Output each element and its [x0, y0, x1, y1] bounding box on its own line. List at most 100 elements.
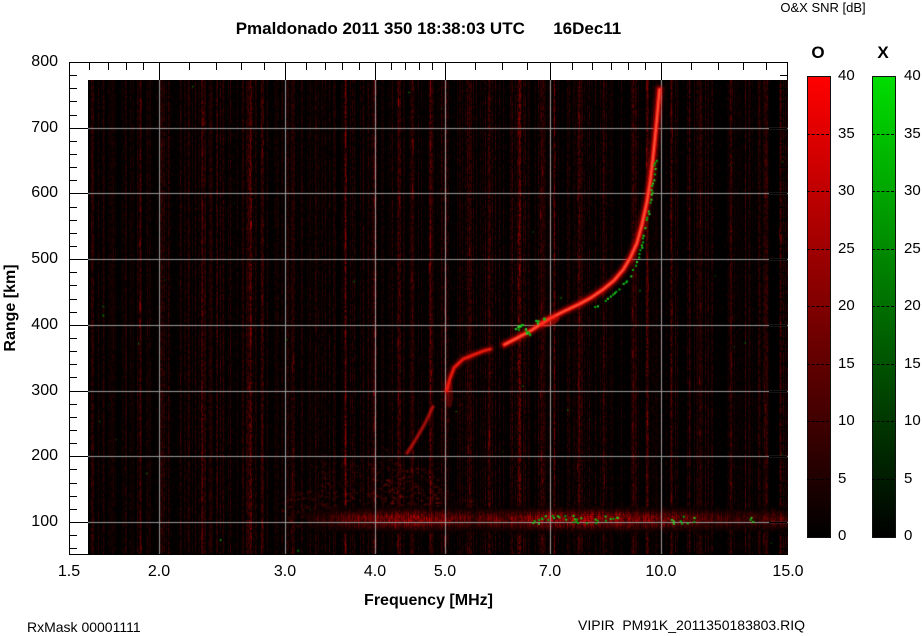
x-major-tick [375, 63, 376, 80]
colorbar-tick-label: 0 [904, 527, 913, 544]
y-minor-tick [780, 338, 787, 339]
y-minor-tick [70, 351, 77, 352]
colorbar-tick-label: 15 [904, 355, 921, 372]
y-minor-tick [780, 430, 787, 431]
x-minor-tick [766, 63, 767, 70]
x-minor-tick [325, 63, 326, 70]
y-tick-label: 200 [31, 447, 58, 464]
x-minor-tick [502, 63, 503, 70]
x-major-tick [661, 63, 662, 80]
x-minor-tick [527, 63, 528, 70]
y-minor-tick [780, 141, 787, 142]
y-minor-tick [780, 220, 787, 221]
y-minor-tick [780, 364, 787, 365]
colorbar-mode-label: X [877, 43, 889, 62]
x-minor-tick [108, 63, 109, 70]
y-major-tick [70, 391, 88, 392]
colorbar-title: O&X SNR [dB] [780, 0, 866, 15]
colorbar-tick-label: 35 [904, 125, 921, 142]
y-minor-tick [70, 312, 77, 313]
y-minor-tick [780, 167, 787, 168]
y-minor-tick [780, 377, 787, 378]
colorbar-tick-label: 0 [838, 527, 847, 544]
x-minor-tick [306, 63, 307, 70]
y-major-tick [769, 325, 787, 326]
y-minor-tick [70, 496, 77, 497]
x-minor-tick [342, 63, 343, 70]
y-major-tick [769, 391, 787, 392]
y-minor-tick [70, 167, 77, 168]
colorbar-tick-label: 5 [904, 470, 913, 487]
colorbar-tick-label: 15 [838, 355, 855, 372]
colorbar-tick-label: 10 [838, 412, 855, 429]
y-minor-tick [780, 469, 787, 470]
y-minor-tick [70, 154, 77, 155]
colorbar-tick [872, 364, 894, 365]
x-major-tick [550, 63, 551, 80]
y-minor-tick [70, 430, 77, 431]
y-minor-tick [780, 207, 787, 208]
o-colorbar [807, 76, 831, 538]
x-tick-label: 4.0 [363, 563, 387, 580]
y-major-tick [769, 259, 787, 260]
x-major-tick [285, 63, 286, 80]
colorbar-tick-label: 30 [904, 182, 921, 199]
y-minor-tick [70, 285, 77, 286]
y-minor-tick [70, 141, 77, 142]
x-axis-title: Frequency [MHz] [364, 592, 493, 609]
colorbar-tick [872, 479, 894, 480]
colorbar-tick-label: 20 [904, 297, 921, 314]
ionogram-page: Pmaldonado 2011 350 18:38:03 UTC 16Dec11… [0, 0, 922, 636]
colorbar-tick-label: 25 [838, 240, 855, 257]
y-minor-tick [780, 483, 787, 484]
x-tick-label: 5.0 [433, 563, 457, 580]
x-minor-tick [189, 63, 190, 70]
x-tick-label: 2.0 [147, 563, 171, 580]
x-minor-tick [592, 63, 593, 70]
y-minor-tick [70, 180, 77, 181]
y-minor-tick [70, 88, 77, 89]
y-minor-tick [780, 417, 787, 418]
colorbar-tick-label: 25 [904, 240, 921, 257]
x-minor-tick [359, 63, 360, 70]
x-minor-tick [628, 63, 629, 70]
x-tick-label: 15.0 [772, 563, 804, 580]
colorbar-tick [807, 364, 829, 365]
y-minor-tick [70, 207, 77, 208]
colorbar-tick [807, 479, 829, 480]
colorbar-tick [807, 191, 829, 192]
x-minor-tick [216, 63, 217, 70]
colorbar-tick [807, 134, 829, 135]
y-major-tick [70, 259, 88, 260]
y-major-tick [70, 128, 88, 129]
x-major-tick [159, 63, 160, 80]
y-major-tick [769, 193, 787, 194]
y-major-tick [70, 456, 88, 457]
y-minor-tick [70, 535, 77, 536]
x-minor-tick [126, 63, 127, 70]
y-minor-tick [70, 417, 77, 418]
y-tick-label: 800 [31, 53, 58, 70]
x-minor-tick [718, 63, 719, 70]
colorbar-tick [872, 306, 894, 307]
x-minor-tick [572, 63, 573, 70]
x-major-tick [445, 63, 446, 80]
y-minor-tick [780, 496, 787, 497]
colorbar-tick [872, 249, 894, 250]
y-minor-tick [70, 483, 77, 484]
y-minor-tick [70, 233, 77, 234]
y-minor-tick [780, 101, 787, 102]
x-minor-tick [419, 63, 420, 70]
ionogram-canvas [88, 80, 788, 554]
x-minor-tick [691, 63, 692, 70]
x-minor-tick [241, 63, 242, 70]
x-minor-tick [405, 63, 406, 70]
colorbar-tick [872, 191, 894, 192]
x-tick-label: 3.0 [273, 563, 297, 580]
y-minor-tick [70, 101, 77, 102]
y-minor-tick [780, 233, 787, 234]
plot-title: Pmaldonado 2011 350 18:38:03 UTC 16Dec11 [235, 19, 622, 38]
y-major-tick [769, 456, 787, 457]
x-tick-label: 1.5 [57, 563, 81, 580]
y-major-tick [70, 193, 88, 194]
